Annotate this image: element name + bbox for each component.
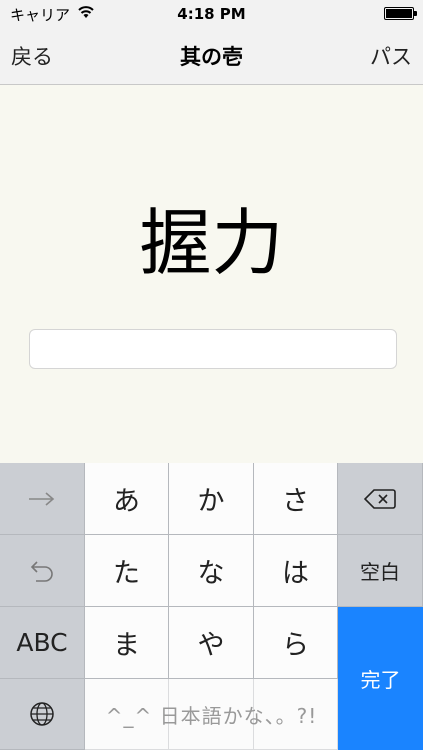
kana-key-ya[interactable]: や — [169, 607, 254, 679]
space-key[interactable]: 空白 — [338, 535, 423, 607]
abc-key[interactable]: ABC — [0, 607, 85, 679]
kana-key-a[interactable]: あ — [85, 463, 169, 535]
clock: 4:18 PM — [177, 5, 246, 23]
kana-key-ra[interactable]: ら — [254, 607, 338, 679]
kana-key-ha[interactable]: は — [254, 535, 338, 607]
battery-icon — [384, 7, 417, 20]
backspace-icon — [364, 488, 396, 509]
globe-icon — [30, 702, 54, 726]
undo-icon — [30, 560, 53, 582]
delete-key[interactable] — [338, 463, 423, 535]
pass-button[interactable]: パス — [370, 41, 412, 71]
kana-key-na[interactable]: な — [169, 535, 254, 607]
answer-input[interactable] — [29, 329, 397, 369]
done-key[interactable]: 完了 — [338, 607, 423, 750]
candidate-hint: ^_^ 日本語かな、。?! — [85, 679, 338, 750]
kana-key-ka[interactable]: か — [169, 463, 254, 535]
kana-key-ma[interactable]: ま — [85, 607, 169, 679]
page-title: 其の壱 — [180, 45, 243, 69]
undo-key[interactable] — [0, 535, 85, 607]
cursor-right-key[interactable] — [0, 463, 85, 535]
status-bar: キャリア 4:18 PM — [0, 0, 423, 28]
kana-key-ta[interactable]: た — [85, 535, 169, 607]
kana-key-sa[interactable]: さ — [254, 463, 338, 535]
navigation-bar: 戻る 其の壱 パス — [0, 28, 423, 85]
globe-key[interactable] — [0, 679, 85, 750]
arrow-right-icon — [29, 491, 55, 506]
kanji-question: 握力 — [139, 201, 284, 285]
